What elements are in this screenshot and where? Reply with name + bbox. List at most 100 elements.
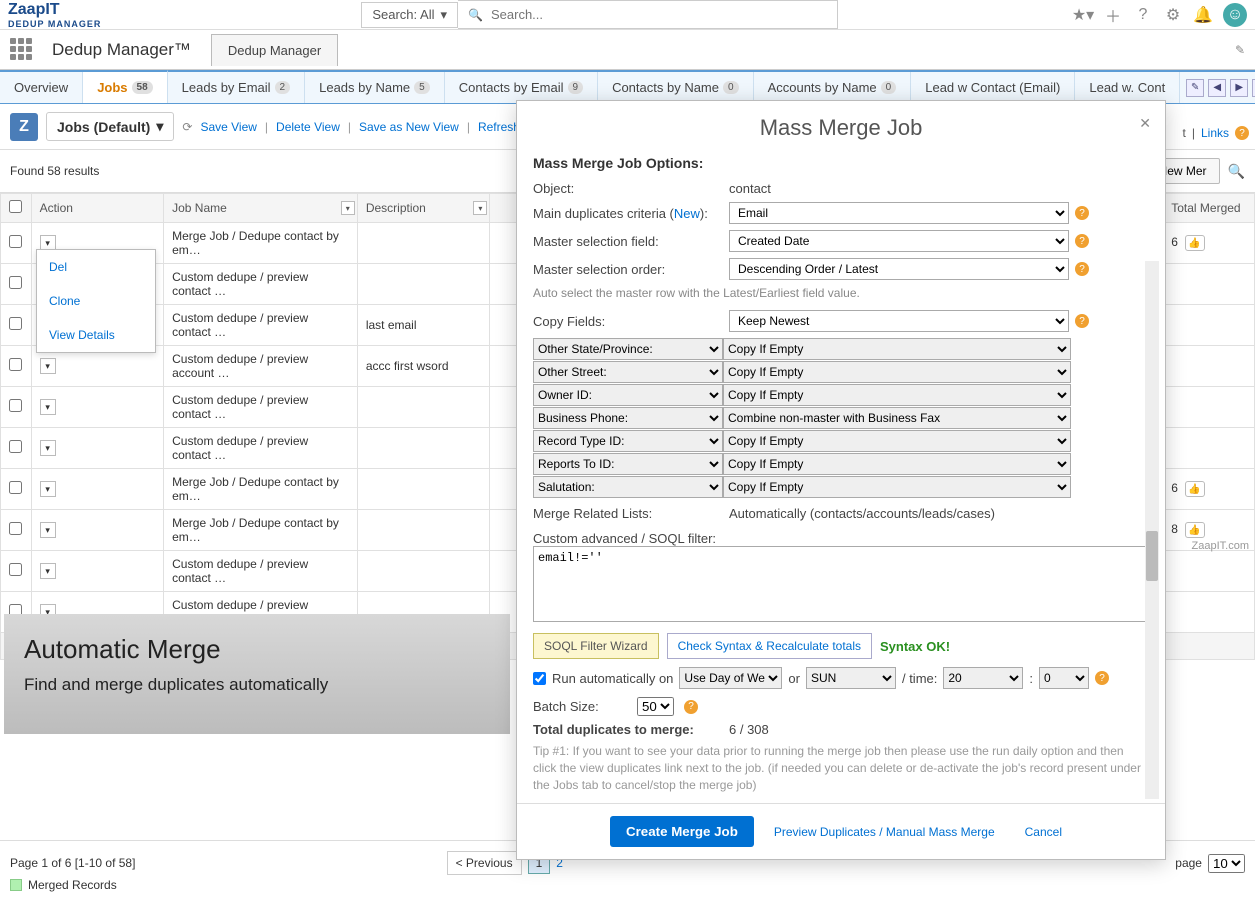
help-icon[interactable]: ? xyxy=(1075,234,1089,248)
add-icon[interactable]: ＋ xyxy=(1103,5,1123,25)
field-name-select[interactable]: Business Phone: xyxy=(533,407,723,429)
mass-merge-modal: Mass Merge Job✕ Mass Merge Job Options: … xyxy=(516,100,1166,860)
thumb-icon[interactable]: 👍 xyxy=(1185,235,1205,251)
row-checkbox[interactable] xyxy=(9,235,22,248)
field-name-select[interactable]: Reports To ID: xyxy=(533,453,723,475)
row-checkbox[interactable] xyxy=(9,317,22,330)
column-menu-icon[interactable]: ▾ xyxy=(341,201,355,215)
help-icon[interactable]: ? xyxy=(1075,262,1089,276)
tab-scroll-right-icon[interactable]: ▶ xyxy=(1230,79,1248,97)
field-name-select[interactable]: Record Type ID: xyxy=(533,430,723,452)
row-action-dropdown[interactable]: ▾ xyxy=(40,440,56,456)
delete-view-link[interactable]: Delete View xyxy=(276,120,340,134)
row-action-dropdown[interactable]: ▾ xyxy=(40,522,56,538)
field-rule-select[interactable]: Copy If Empty xyxy=(723,384,1071,406)
thumb-icon[interactable]: 👍 xyxy=(1185,522,1205,538)
weekday-select[interactable]: SUN xyxy=(806,667,896,689)
field-name-select[interactable]: Other Street: xyxy=(533,361,723,383)
tab-contacts-email[interactable]: Contacts by Email9 xyxy=(445,72,598,103)
field-name-select[interactable]: Owner ID: xyxy=(533,384,723,406)
criteria-select[interactable]: Email xyxy=(729,202,1069,224)
cancel-link[interactable]: Cancel xyxy=(1015,817,1072,847)
save-view-link[interactable]: Save View xyxy=(200,120,256,134)
avatar-icon[interactable]: ☺ xyxy=(1223,3,1247,27)
view-selector[interactable]: Jobs (Default)▾ xyxy=(46,112,174,141)
row-action-dropdown[interactable]: ▾ xyxy=(40,481,56,497)
field-rule-select[interactable]: Copy If Empty xyxy=(723,476,1071,498)
tab-overview[interactable]: Overview xyxy=(0,72,83,103)
refresh-view-icon[interactable]: ⟳ xyxy=(182,120,192,134)
setup-gear-icon[interactable]: ⚙ xyxy=(1163,5,1183,25)
global-search-input[interactable] xyxy=(491,7,827,22)
master-field-select[interactable]: Created Date xyxy=(729,230,1069,252)
preview-duplicates-link[interactable]: Preview Duplicates / Manual Mass Merge xyxy=(764,817,1005,847)
tab-lead-cont[interactable]: Lead w. Cont xyxy=(1075,72,1180,103)
grid-search-icon[interactable]: 🔍 xyxy=(1228,163,1245,180)
soql-wizard-button[interactable]: SOQL Filter Wizard xyxy=(533,633,659,659)
tab-leads-email[interactable]: Leads by Email2 xyxy=(168,72,305,103)
day-select[interactable]: Use Day of We xyxy=(679,667,782,689)
action-clone[interactable]: Clone xyxy=(37,284,155,318)
new-criteria-link[interactable]: New xyxy=(674,206,700,221)
help-icon[interactable]: ? xyxy=(1235,126,1249,140)
row-checkbox[interactable] xyxy=(9,481,22,494)
modal-close-icon[interactable]: ✕ xyxy=(1139,115,1151,132)
action-view-details[interactable]: View Details xyxy=(37,318,155,352)
modal-scrollbar[interactable] xyxy=(1145,261,1159,799)
page-size-select[interactable]: 10 xyxy=(1208,854,1245,873)
field-rule-select[interactable]: Copy If Empty xyxy=(723,430,1071,452)
create-merge-job-button[interactable]: Create Merge Job xyxy=(610,816,754,847)
tab-scroll-left-icon[interactable]: ◀ xyxy=(1208,79,1226,97)
field-name-select[interactable]: Other State/Province: xyxy=(533,338,723,360)
check-syntax-button[interactable]: Check Syntax & Recalculate totals xyxy=(667,633,872,659)
edit-tabs-icon[interactable]: ✎ xyxy=(1235,43,1245,57)
refresh-link[interactable]: Refresh xyxy=(478,120,520,134)
links-link[interactable]: Links xyxy=(1201,126,1229,140)
copy-fields-select[interactable]: Keep Newest xyxy=(729,310,1069,332)
thumb-icon[interactable]: 👍 xyxy=(1185,481,1205,497)
row-checkbox[interactable] xyxy=(9,358,22,371)
row-checkbox[interactable] xyxy=(9,563,22,576)
row-action-dropdown[interactable]: ▾ xyxy=(40,399,56,415)
tab-contacts-name[interactable]: Contacts by Name0 xyxy=(598,72,754,103)
minute-select[interactable]: 0 xyxy=(1039,667,1089,689)
row-action-menu: Del Clone View Details xyxy=(36,249,156,353)
master-order-select[interactable]: Descending Order / Latest xyxy=(729,258,1069,280)
row-checkbox[interactable] xyxy=(9,276,22,289)
tab-jobs[interactable]: Jobs58 xyxy=(83,70,167,103)
chevron-down-icon: ▾ xyxy=(156,118,163,135)
soql-filter-textarea[interactable] xyxy=(533,546,1149,622)
row-action-dropdown[interactable]: ▾ xyxy=(40,358,56,374)
help-icon[interactable]: ? xyxy=(1133,5,1153,25)
help-icon[interactable]: ? xyxy=(1075,314,1089,328)
select-all-checkbox[interactable] xyxy=(9,200,22,213)
app-launcher-icon[interactable] xyxy=(10,38,34,62)
search-scope-dropdown[interactable]: Search: All▾ xyxy=(361,2,458,28)
batch-size-select[interactable]: 50 xyxy=(637,697,674,716)
field-rule-select[interactable]: Copy If Empty xyxy=(723,453,1071,475)
hour-select[interactable]: 20 xyxy=(943,667,1023,689)
row-checkbox[interactable] xyxy=(9,399,22,412)
notifications-icon[interactable]: 🔔 xyxy=(1193,5,1213,25)
tab-edit-icon[interactable]: ✎ xyxy=(1186,79,1204,97)
action-del[interactable]: Del xyxy=(37,250,155,284)
help-icon[interactable]: ? xyxy=(1075,206,1089,220)
tab-accounts-name[interactable]: Accounts by Name0 xyxy=(754,72,912,103)
row-action-dropdown[interactable]: ▾ xyxy=(40,563,56,579)
field-rule-select[interactable]: Copy If Empty xyxy=(723,361,1071,383)
field-name-select[interactable]: Salutation: xyxy=(533,476,723,498)
tab-leads-name[interactable]: Leads by Name5 xyxy=(305,72,445,103)
field-rule-select[interactable]: Copy If Empty xyxy=(723,338,1071,360)
run-auto-checkbox[interactable] xyxy=(533,672,546,685)
save-as-new-view-link[interactable]: Save as New View xyxy=(359,120,459,134)
pager-prev[interactable]: < Previous xyxy=(447,851,522,875)
row-checkbox[interactable] xyxy=(9,440,22,453)
field-rule-select[interactable]: Combine non-master with Business Fax xyxy=(723,407,1071,429)
column-menu-icon[interactable]: ▾ xyxy=(473,201,487,215)
help-icon[interactable]: ? xyxy=(684,700,698,714)
tab-lead-contact-email[interactable]: Lead w Contact (Email) xyxy=(911,72,1075,103)
help-icon[interactable]: ? xyxy=(1095,671,1109,685)
row-checkbox[interactable] xyxy=(9,522,22,535)
favorite-icon[interactable]: ★▾ xyxy=(1073,5,1093,25)
app-tab-dedup[interactable]: Dedup Manager xyxy=(211,34,338,66)
